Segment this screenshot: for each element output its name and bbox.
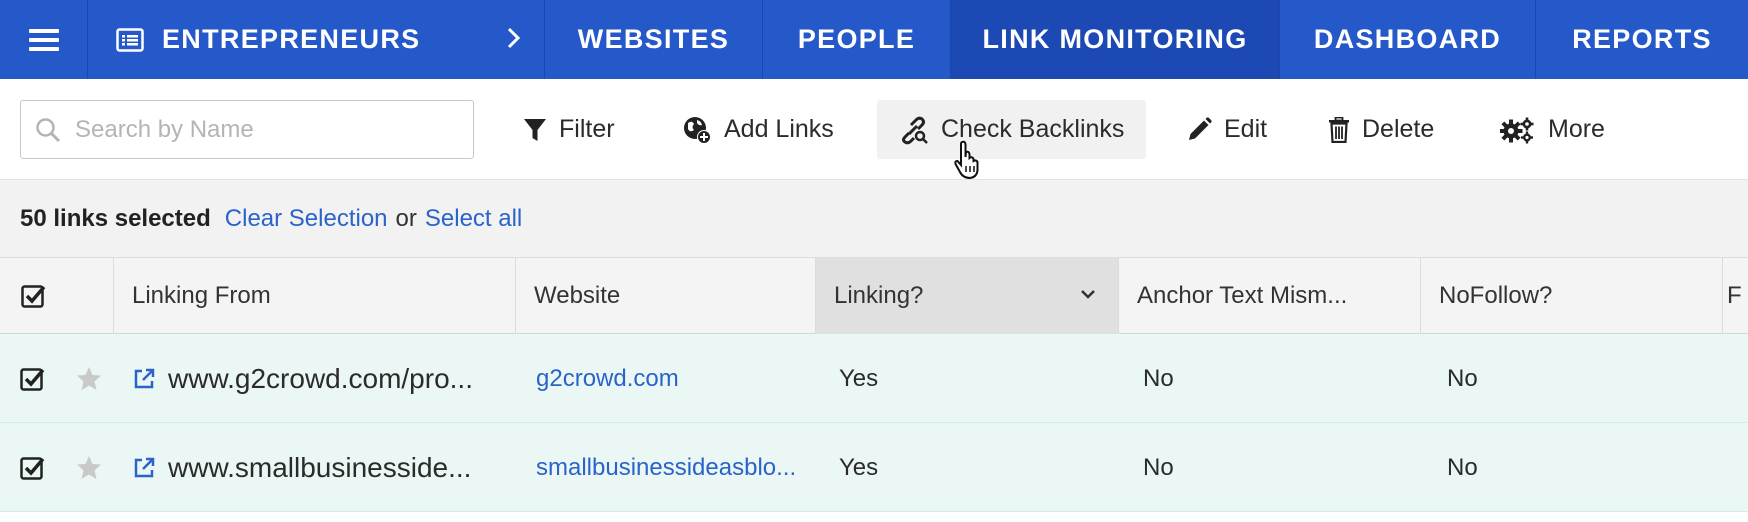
edit-button[interactable]: Edit: [1186, 100, 1267, 159]
favorite-star[interactable]: [75, 423, 103, 512]
external-link-icon: [134, 368, 155, 388]
tab-people[interactable]: PEOPLE: [763, 0, 951, 79]
filter-label: Filter: [559, 115, 615, 143]
linking-from-cell[interactable]: www.g2crowd.com/pro...: [132, 334, 518, 423]
clear-selection-link[interactable]: Clear Selection: [225, 205, 388, 233]
checkbox-checked-icon: [20, 367, 45, 391]
external-link-icon: [134, 457, 155, 477]
globe-plus-icon: [684, 116, 711, 144]
nofollow-cell: No: [1447, 364, 1478, 392]
column-header-linking-label: Linking?: [834, 282, 924, 309]
linking-from-text: www.g2crowd.com/pro...: [168, 362, 473, 394]
favorite-star[interactable]: [75, 334, 103, 423]
search-input[interactable]: [75, 115, 455, 144]
row-checkbox[interactable]: [20, 334, 46, 423]
linking-cell: Yes: [839, 453, 879, 481]
select-all-link[interactable]: Select all: [425, 205, 522, 233]
checkbox-checked-icon: [20, 456, 45, 480]
filter-funnel-icon: [524, 118, 546, 141]
gears-icon: [1500, 117, 1534, 143]
more-button[interactable]: More: [1500, 100, 1605, 159]
search-box[interactable]: [20, 100, 474, 159]
selection-count: 50 links selected: [20, 204, 211, 232]
column-header-website[interactable]: Website: [516, 258, 816, 334]
add-links-button[interactable]: Add Links: [682, 100, 834, 159]
toolbar: Filter Add Links Check Backlinks Edit: [0, 79, 1748, 180]
edit-label: Edit: [1224, 115, 1268, 143]
tab-websites[interactable]: WEBSITES: [545, 0, 763, 79]
table-header: Linking From Website Linking? Anchor Tex…: [0, 258, 1748, 334]
search-icon: [36, 117, 61, 142]
chevron-down-icon: [1081, 290, 1095, 299]
more-label: More: [1548, 115, 1605, 143]
project-selector[interactable]: ENTREPRENEURS: [88, 0, 545, 79]
anchor-mismatch-cell: No: [1143, 453, 1174, 481]
linking-from-text: www.smallbusinesside...: [168, 451, 472, 483]
linking-cell: Yes: [839, 364, 879, 392]
table-row[interactable]: www.smallbusinesside... smallbusinesside…: [0, 423, 1748, 512]
pencil-icon: [1189, 116, 1212, 140]
website-link[interactable]: g2crowd.com: [536, 334, 811, 423]
select-all-checkbox-cell[interactable]: [0, 258, 114, 334]
column-header-nofollow[interactable]: NoFollow?: [1421, 258, 1723, 334]
list-icon: [116, 27, 144, 52]
nofollow-cell: No: [1447, 453, 1478, 481]
website-text: g2crowd.com: [536, 364, 679, 392]
trash-icon: [1329, 116, 1349, 143]
top-navigation: ENTREPRENEURS WEBSITES PEOPLE LINK MONIT…: [0, 0, 1748, 79]
website-link[interactable]: smallbusinessideasblo...: [536, 423, 811, 512]
delete-button[interactable]: Delete: [1328, 100, 1434, 159]
row-checkbox[interactable]: [20, 423, 46, 512]
star-icon: [77, 455, 101, 479]
hamburger-icon: [28, 28, 59, 51]
column-header-anchor-text-mismatch[interactable]: Anchor Text Mism...: [1119, 258, 1421, 334]
project-name: ENTREPRENEURS: [162, 24, 421, 54]
anchor-mismatch-cell: No: [1143, 364, 1174, 392]
selection-bar: 50 links selected Clear Selection or Sel…: [0, 180, 1748, 258]
check-backlinks-button[interactable]: Check Backlinks: [877, 100, 1147, 159]
tab-dashboard[interactable]: DASHBOARD: [1280, 0, 1536, 79]
filter-button[interactable]: Filter: [523, 100, 615, 159]
checkbox-checked-icon[interactable]: [21, 283, 47, 309]
chevron-right-icon: [507, 27, 521, 49]
linking-from-cell[interactable]: www.smallbusinesside...: [132, 423, 518, 512]
tab-link-monitoring[interactable]: LINK MONITORING: [951, 0, 1280, 79]
chain-link-search-icon: [902, 116, 928, 144]
column-header-truncated[interactable]: F: [1723, 258, 1748, 334]
table-row[interactable]: www.g2crowd.com/pro... g2crowd.com Yes N…: [0, 334, 1748, 423]
column-header-linking[interactable]: Linking?: [816, 258, 1119, 334]
tab-reports[interactable]: REPORTS: [1536, 0, 1748, 79]
star-icon: [77, 366, 101, 390]
selection-or-text: or: [395, 204, 417, 232]
menu-button[interactable]: [0, 0, 88, 79]
add-links-label: Add Links: [724, 115, 834, 143]
column-header-linking-from[interactable]: Linking From: [114, 258, 516, 334]
hand-cursor-icon: [954, 140, 979, 180]
delete-label: Delete: [1362, 115, 1435, 143]
website-text: smallbusinessideasblo...: [536, 453, 797, 481]
